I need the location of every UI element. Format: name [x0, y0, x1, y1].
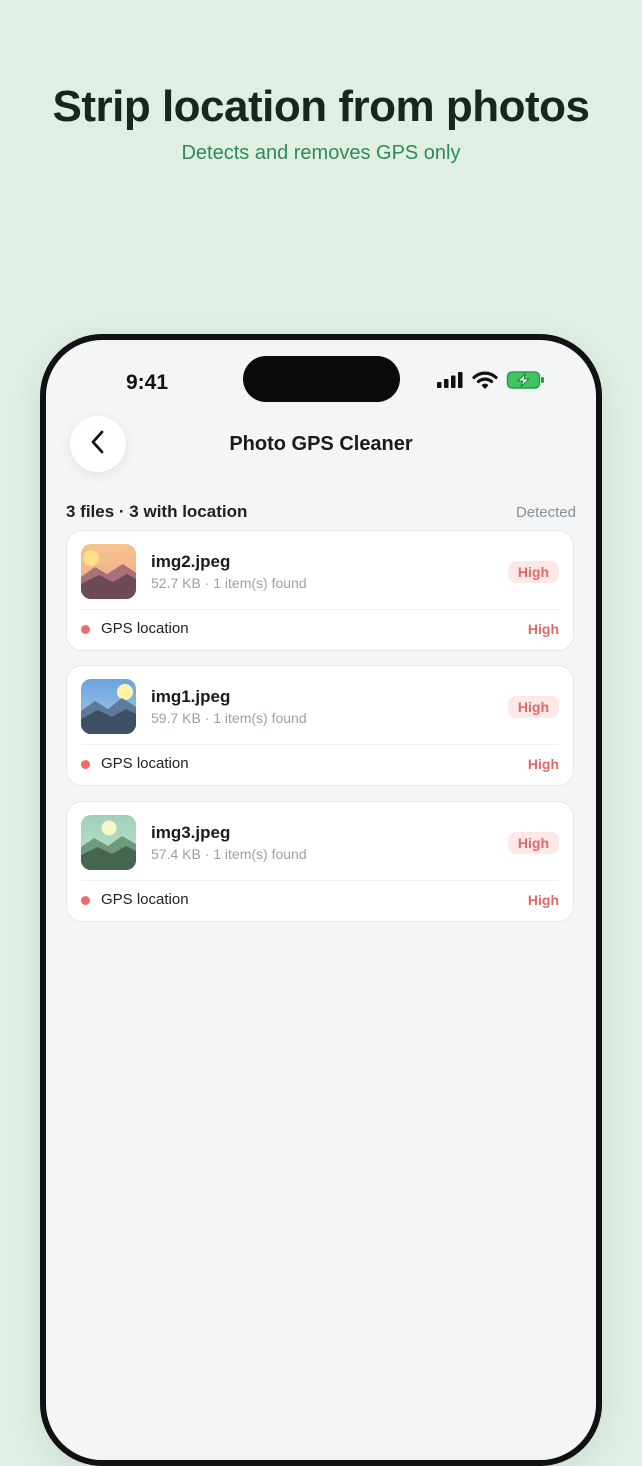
risk-badge: High — [507, 696, 559, 718]
file-meta: 57.4 KB · 1 item(s) found — [151, 846, 307, 862]
file-card[interactable]: img3.jpeg 57.4 KB · 1 item(s) found High… — [66, 801, 574, 922]
found-item-label: GPS location — [101, 755, 189, 772]
hero-title: Strip location from photos — [52, 82, 590, 131]
risk-dot — [81, 625, 90, 634]
battery-charging-icon — [506, 370, 546, 395]
risk-badge: High — [507, 561, 559, 583]
phone-frame: 9:41 Photo GPS Cleaner 3 files · 3 with … — [40, 334, 602, 1466]
file-name: img2.jpeg — [151, 552, 231, 571]
files-summary: 3 files · 3 with location — [66, 502, 248, 521]
found-item-label: GPS location — [101, 891, 189, 908]
hero-subtitle: Detects and removes GPS only — [181, 142, 461, 164]
sunset-landscape-thumbnail — [81, 544, 136, 599]
green-mountain-landscape-thumbnail — [81, 815, 136, 870]
file-card[interactable]: img2.jpeg 52.7 KB · 1 item(s) found High… — [66, 530, 574, 651]
found-item-level: High — [527, 756, 559, 772]
wifi-icon — [472, 370, 498, 395]
divider — [81, 744, 559, 745]
file-meta: 59.7 KB · 1 item(s) found — [151, 710, 307, 726]
divider — [81, 609, 559, 610]
found-item-label: GPS location — [101, 620, 189, 637]
dynamic-island — [243, 356, 400, 402]
found-item-level: High — [527, 621, 559, 637]
file-card[interactable]: img1.jpeg 59.7 KB · 1 item(s) found High… — [66, 665, 574, 786]
risk-dot — [81, 896, 90, 905]
divider — [81, 880, 559, 881]
file-name: img3.jpeg — [151, 823, 231, 842]
detection-status: Detected — [515, 504, 576, 521]
found-item-level: High — [527, 892, 559, 908]
risk-badge: High — [507, 832, 559, 854]
nav-title: Photo GPS Cleaner — [229, 433, 413, 455]
blue-mountain-landscape-thumbnail — [81, 679, 136, 734]
file-meta: 52.7 KB · 1 item(s) found — [151, 575, 307, 591]
risk-dot — [81, 760, 90, 769]
status-icons — [436, 370, 546, 395]
cellular-signal-icon — [436, 371, 464, 394]
status-time: 9:41 — [126, 371, 169, 394]
file-name: img1.jpeg — [151, 687, 231, 706]
